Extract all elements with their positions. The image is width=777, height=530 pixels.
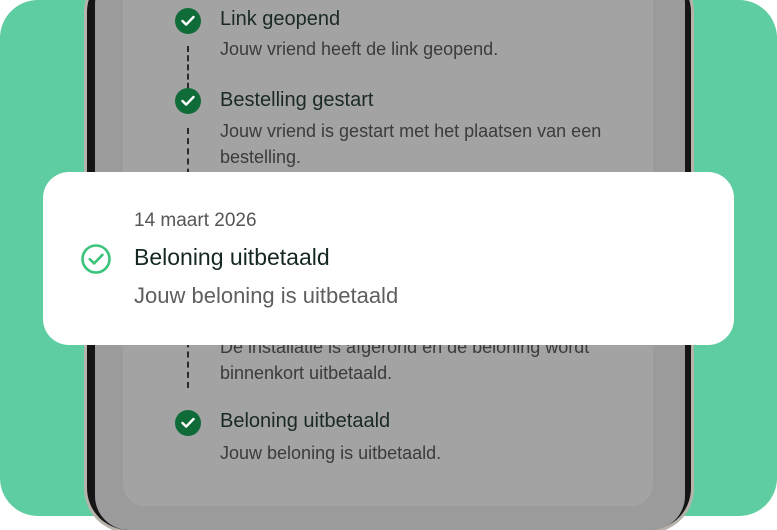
notification-card: 14 maart 2026 Beloning uitbetaald Jouw b… <box>43 172 734 345</box>
notification-description: Jouw beloning is uitbetaald <box>134 283 399 308</box>
check-icon <box>175 410 201 436</box>
check-circle-icon <box>80 243 112 280</box>
timeline-item-title: Bestelling gestart <box>220 89 374 111</box>
notification-title: Beloning uitbetaald <box>134 244 330 270</box>
timeline-item-title: Link geopend <box>220 8 341 30</box>
timeline-item-description: Jouw beloning is uitbetaald. <box>220 443 442 463</box>
timeline-item-title: Beloning uitbetaald <box>220 410 391 432</box>
timeline-item-description: Jouw vriend heeft de link geopend. <box>220 39 499 59</box>
timeline-item-description: Jouw vriend is gestart met het plaatsen … <box>220 121 602 167</box>
notification-date: 14 maart 2026 <box>134 210 257 231</box>
check-icon <box>175 8 201 34</box>
check-icon <box>175 88 201 114</box>
